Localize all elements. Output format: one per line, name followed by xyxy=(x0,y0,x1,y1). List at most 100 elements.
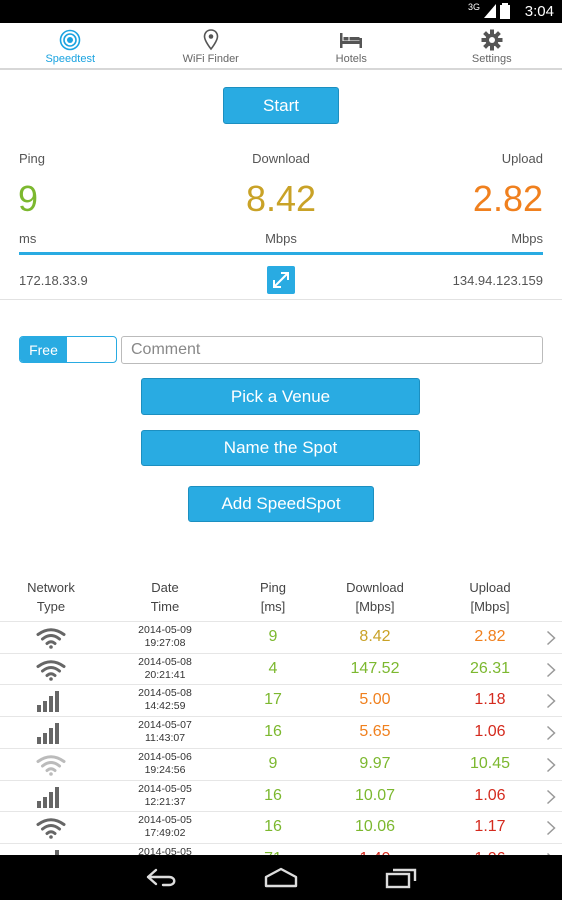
speedtest-icon xyxy=(59,29,81,51)
row-time: 19:24:56 xyxy=(144,763,186,776)
row-time: 14:42:59 xyxy=(144,700,186,713)
remote-ip: 134.94.123.159 xyxy=(452,273,543,288)
row-date: 2014-05-09 xyxy=(138,624,192,636)
header-text: [Mbps] xyxy=(355,599,395,614)
download-value: 8.42 xyxy=(245,178,317,219)
wifi-icon xyxy=(36,628,66,649)
free-toggle[interactable]: Free xyxy=(19,336,117,363)
gear-icon xyxy=(481,29,503,51)
table-row[interactable]: 2014-05-05711.491.06 xyxy=(0,842,562,855)
row-time: 20:21:41 xyxy=(144,668,186,681)
tab-label: Settings xyxy=(471,53,512,65)
header-download: Download [Mbps] xyxy=(335,578,415,616)
network-type-label: 3G xyxy=(467,2,480,12)
chevron-right-icon xyxy=(546,820,556,841)
row-upload: 1.18 xyxy=(474,691,506,709)
header-text: [ms] xyxy=(260,599,286,614)
row-download: 8.42 xyxy=(359,628,391,645)
table-row[interactable]: 2014-05-08 14:42:59 17 5.00 1.18 xyxy=(0,684,562,716)
cell-signal-icon xyxy=(484,4,496,18)
chevron-right-icon xyxy=(546,662,556,683)
tab-label: Hotels xyxy=(335,53,367,65)
clock: 3:04 xyxy=(524,3,554,20)
recents-icon[interactable] xyxy=(384,865,418,889)
row-ping: 9 xyxy=(268,754,278,772)
row-upload: 10.45 xyxy=(469,754,511,772)
chevron-right-icon xyxy=(546,630,556,646)
add-speedspot-button[interactable]: Add SpeedSpot xyxy=(188,486,374,522)
row-datetime: 2014-05-05 12:21:37 xyxy=(125,783,205,809)
tab-wifi-finder[interactable]: WiFi Finder xyxy=(141,23,282,68)
table-row[interactable]: 2014-05-08 20:21:41 4 147.52 26.31 xyxy=(0,652,562,685)
row-ping: 16 xyxy=(264,786,282,804)
metrics-divider xyxy=(19,252,543,255)
chevron-right-icon xyxy=(546,662,556,677)
header-text: Date xyxy=(151,580,179,595)
row-time: 12:21:37 xyxy=(144,795,186,808)
chevron-right-icon xyxy=(546,630,556,651)
cell-signal-icon xyxy=(37,723,59,745)
header-text: [Mbps] xyxy=(470,599,510,614)
row-ping: 9 xyxy=(268,628,278,645)
row-upload: 1.06 xyxy=(474,786,506,804)
wifi-icon xyxy=(36,659,66,681)
chevron-right-icon xyxy=(546,789,556,804)
header-text: Ping xyxy=(259,580,287,595)
home-icon[interactable] xyxy=(263,865,299,889)
section-separator xyxy=(0,299,562,300)
wifi-icon xyxy=(36,818,66,839)
table-row[interactable]: 2014-05-06 19:24:56 9 9.97 10.45 xyxy=(0,747,562,781)
chevron-right-icon xyxy=(546,693,556,714)
network-wifi-type xyxy=(36,627,66,654)
network-cell-type xyxy=(36,722,62,749)
download-unit: Mbps xyxy=(265,231,297,246)
table-row[interactable]: 2014-05-05 12:21:37 16 10.07 1.06 xyxy=(0,779,562,812)
name-spot-button[interactable]: Name the Spot xyxy=(141,430,420,466)
table-row[interactable]: 2014-05-09 19:27:08 9 8.42 2.82 xyxy=(0,621,562,653)
row-upload: 26.31 xyxy=(469,659,511,677)
tab-speedtest[interactable]: Speedtest xyxy=(0,23,141,68)
location-pin-icon xyxy=(203,29,219,51)
ping-value: 9 xyxy=(18,178,39,219)
chevron-right-icon xyxy=(546,757,556,778)
back-icon[interactable] xyxy=(145,865,179,889)
header-ping: Ping [ms] xyxy=(233,578,313,616)
row-date: 2014-05-07 xyxy=(138,719,192,732)
row-download: 9.97 xyxy=(359,754,391,772)
tab-hotels[interactable]: Hotels xyxy=(281,23,422,68)
table-row[interactable]: 2014-05-07 11:43:07 16 5.65 1.06 xyxy=(0,716,562,748)
status-bar: 3G 3:04 xyxy=(0,0,562,23)
row-time: 17:49:02 xyxy=(144,827,186,840)
results-table: 2014-05-09 19:27:08 9 8.42 2.82 2014-05-08 20:… xyxy=(0,621,562,855)
upload-unit: Mbps xyxy=(511,231,543,246)
row-datetime: 2014-05-05 xyxy=(125,846,205,855)
row-download: 5.65 xyxy=(359,723,391,741)
row-ping: 17 xyxy=(264,691,282,709)
chevron-right-icon xyxy=(546,694,556,709)
table-row[interactable]: 2014-05-05 17:49:02 16 10.06 1.17 xyxy=(0,811,562,843)
chevron-right-icon xyxy=(546,757,556,772)
row-download: 10.06 xyxy=(354,818,396,836)
row-time: 11:43:07 xyxy=(144,732,186,745)
expand-button[interactable] xyxy=(267,266,295,294)
header-text: Time xyxy=(150,599,180,614)
comment-field[interactable]: Comment xyxy=(121,336,543,364)
header-text: Upload xyxy=(469,580,511,595)
pick-venue-button[interactable]: Pick a Venue xyxy=(141,378,420,415)
ping-label: Ping xyxy=(19,151,46,166)
row-upload: 1.06 xyxy=(474,723,506,741)
row-datetime: 2014-05-09 19:27:08 xyxy=(125,624,205,650)
row-download: 147.52 xyxy=(350,659,400,677)
toggle-label: Free xyxy=(20,337,67,362)
download-label: Download xyxy=(252,151,310,166)
row-datetime: 2014-05-08 14:42:59 xyxy=(125,687,205,713)
row-datetime: 2014-05-05 17:49:02 xyxy=(125,814,205,840)
tab-settings[interactable]: Settings xyxy=(422,23,562,68)
network-wifi-type xyxy=(36,754,66,781)
row-download: 10.07 xyxy=(354,786,396,804)
chevron-right-icon xyxy=(546,726,556,741)
start-button[interactable]: Start xyxy=(223,87,339,124)
row-time: 19:27:08 xyxy=(144,637,186,649)
expand-icon xyxy=(273,272,289,288)
tab-label: Speedtest xyxy=(45,53,96,65)
